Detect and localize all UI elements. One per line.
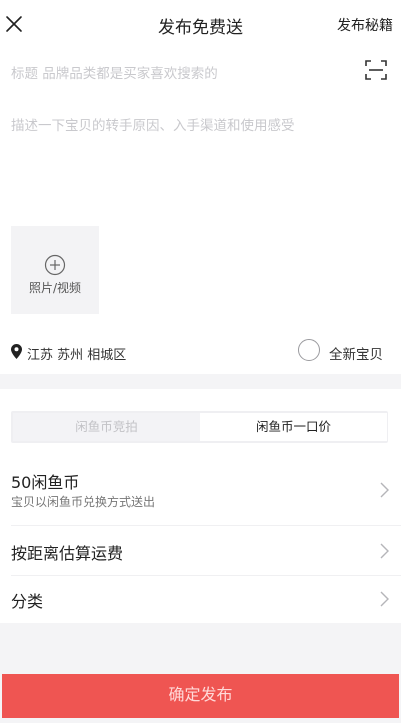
add-circle-icon bbox=[44, 254, 66, 276]
confirm-publish-button[interactable]: 确定发布 bbox=[2, 674, 399, 718]
title-input[interactable]: 标题 品牌品类都是买家喜欢搜索的 bbox=[11, 62, 218, 82]
chevron-right-icon bbox=[380, 591, 389, 607]
coin-price-title: 50闲鱼币 bbox=[11, 473, 80, 492]
settings-section: 闲鱼币竞拍 闲鱼币一口价 50闲鱼币 宝贝以闲鱼币兑换方式送出 按距离估算运费 … bbox=[0, 389, 401, 623]
tab-coin-auction[interactable]: 闲鱼币竞拍 bbox=[13, 413, 200, 441]
shipping-row[interactable]: 按距离估算运费 bbox=[11, 526, 401, 576]
new-item-label: 全新宝贝 bbox=[329, 347, 383, 363]
description-section: 描述一下宝贝的转手原因、入手渠道和使用感受 照片/视频 江苏 苏州 相城区 全新… bbox=[0, 94, 401, 374]
chevron-right-icon bbox=[380, 543, 389, 559]
shipping-title: 按距离估算运费 bbox=[11, 544, 124, 563]
add-media-button[interactable]: 照片/视频 bbox=[11, 226, 99, 314]
new-item-toggle[interactable]: 全新宝贝 bbox=[298, 339, 384, 363]
tab-coin-fixed-price[interactable]: 闲鱼币一口价 bbox=[200, 413, 387, 441]
location-pin-icon bbox=[11, 344, 22, 359]
media-label: 照片/视频 bbox=[28, 281, 82, 295]
category-row[interactable]: 分类 bbox=[11, 576, 401, 623]
category-title: 分类 bbox=[11, 592, 44, 611]
top-nav-bar: 发布免费送 发布秘籍 bbox=[0, 0, 401, 48]
coin-price-subtitle: 宝贝以闲鱼币兑换方式送出 bbox=[11, 495, 156, 509]
location-text: 江苏 苏州 相城区 bbox=[27, 348, 127, 363]
scan-icon[interactable] bbox=[365, 59, 387, 81]
new-item-radio[interactable] bbox=[298, 339, 320, 361]
chevron-right-icon bbox=[380, 482, 389, 498]
title-field-row[interactable]: 标题 品牌品类都是买家喜欢搜索的 bbox=[0, 48, 401, 94]
description-input[interactable]: 描述一下宝贝的转手原因、入手渠道和使用感受 bbox=[11, 114, 295, 134]
coin-price-row[interactable]: 50闲鱼币 宝贝以闲鱼币兑换方式送出 bbox=[11, 457, 401, 526]
pricing-mode-tabs: 闲鱼币竞拍 闲鱼币一口价 bbox=[11, 411, 388, 443]
publish-tips-link[interactable]: 发布秘籍 bbox=[337, 15, 393, 35]
